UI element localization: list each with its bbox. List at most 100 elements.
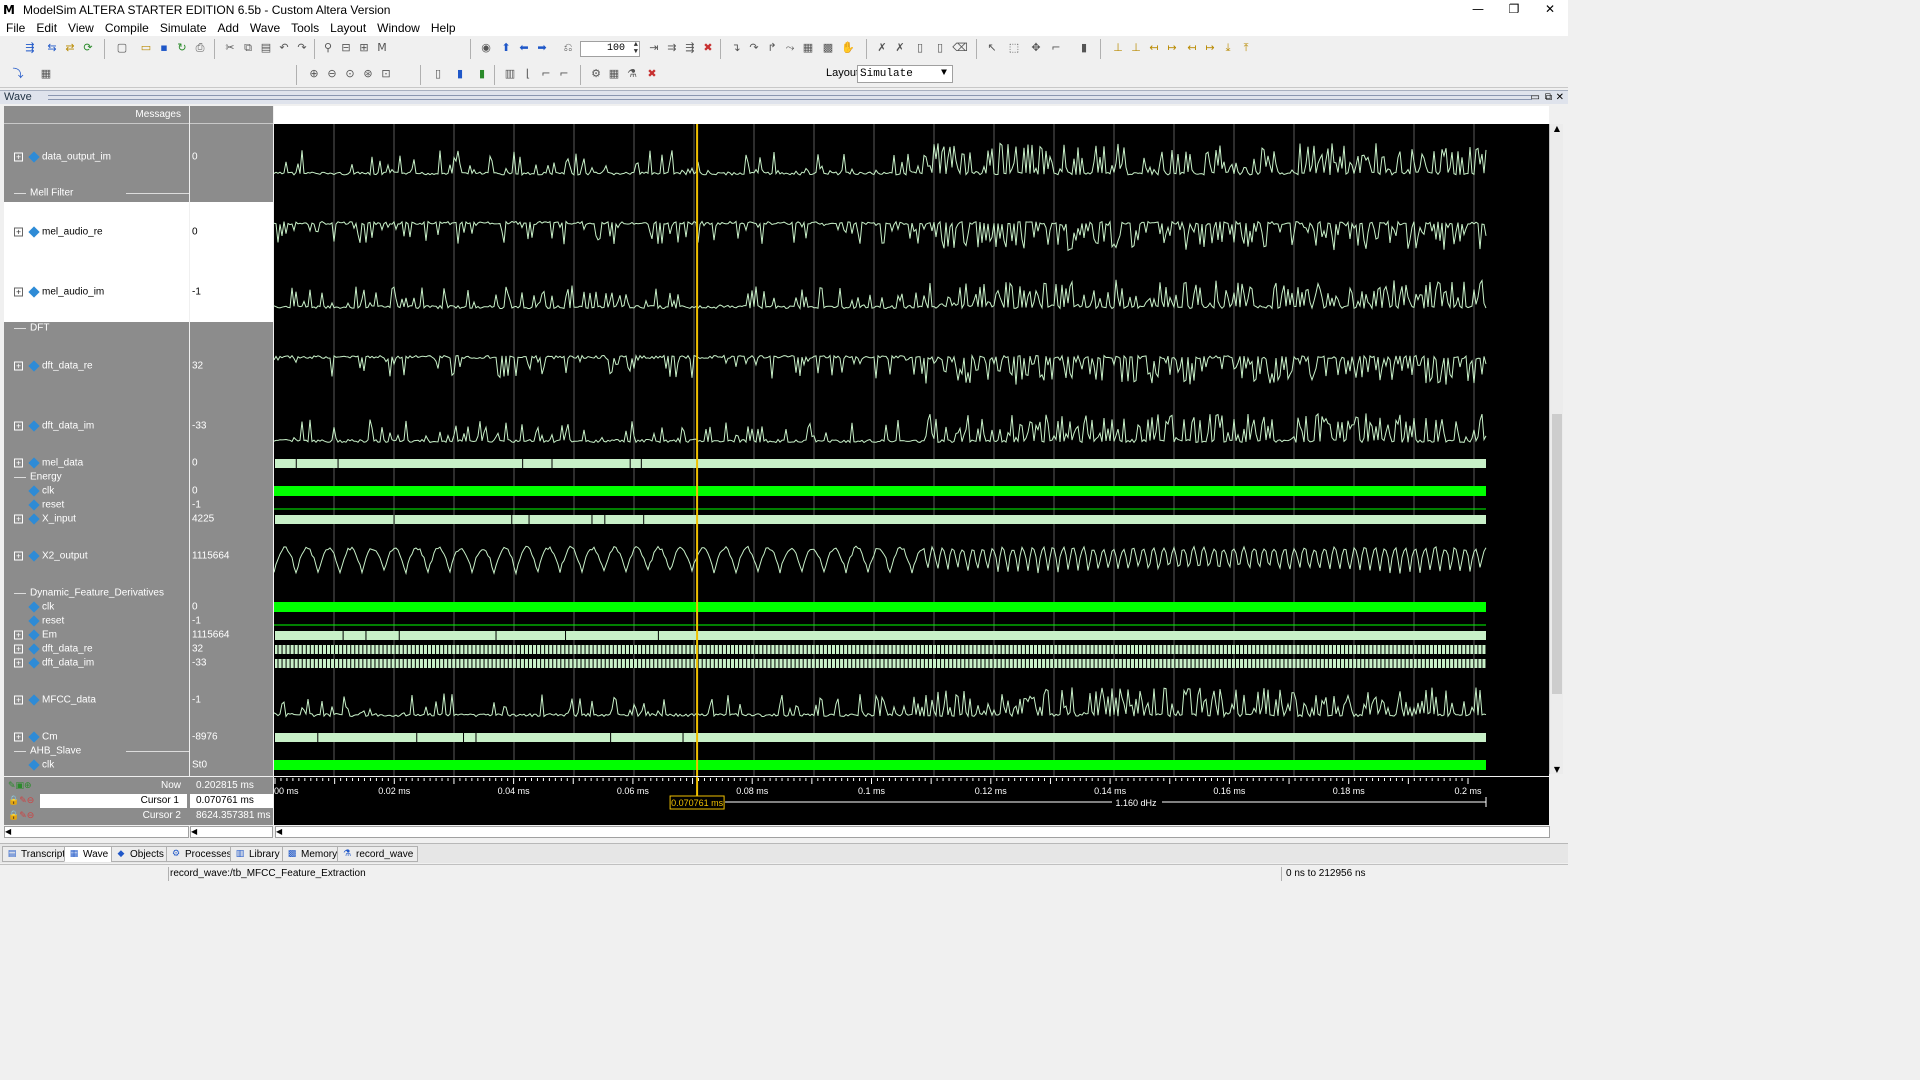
up-arrow-icon[interactable]: ⬆ (498, 40, 514, 56)
pan-icon[interactable]: ✥ (1028, 40, 1044, 56)
hand-icon[interactable]: ✋ (840, 40, 856, 56)
expand-icon[interactable]: + (14, 644, 23, 654)
signal-value-row[interactable]: -1 (190, 614, 273, 628)
prev-edge-icon[interactable]: ↤ (1184, 40, 1200, 56)
marker-icon[interactable]: ▮ (1076, 40, 1092, 56)
group-divider-ahb-slave[interactable]: AHB_Slave (4, 744, 189, 758)
chevron-down-icon[interactable]: ▼ (938, 66, 950, 82)
redo-icon[interactable]: ↷ (294, 40, 310, 56)
copy-icon[interactable]: ⧉ (240, 40, 256, 56)
falling-edge-icon[interactable]: ⤓ (1220, 40, 1236, 56)
expand-icon[interactable]: ⊞ (356, 40, 372, 56)
layout-select[interactable]: Simulate ▼ (857, 65, 953, 83)
step-into-icon[interactable]: ↴ (728, 40, 744, 56)
menu-window[interactable]: Window (377, 21, 420, 35)
minimize-button[interactable]: — (1460, 0, 1496, 20)
zoom-cursor-icon[interactable]: ⊛ (360, 66, 376, 82)
expand-icon[interactable]: + (14, 514, 23, 524)
list-icon[interactable]: ▦ (606, 66, 622, 82)
step-over-icon[interactable]: ↷ (746, 40, 762, 56)
tab-processes[interactable]: ⚙ Processes (166, 846, 237, 862)
signal-value-row[interactable] (190, 186, 273, 200)
select-pointer-icon[interactable]: ↖ (984, 40, 1000, 56)
signal-row-mfcc-data[interactable]: + MFCC_data (4, 670, 189, 730)
undo-icon[interactable]: ↶ (276, 40, 292, 56)
wave-dft-data-im[interactable] (274, 412, 1487, 444)
wave-em[interactable] (275, 631, 1486, 640)
tab-record-wave[interactable]: ⚗ record_wave (337, 846, 419, 862)
import-icon[interactable]: ⇆ (44, 40, 60, 56)
copy-list-icon[interactable]: ▯ (912, 40, 928, 56)
signal-value-row[interactable]: 1115664 (190, 628, 273, 642)
run-length-field[interactable]: 100 ▲ ▼ (580, 41, 640, 57)
expand-icon[interactable]: + (14, 458, 23, 468)
find-icon[interactable]: ⚲ (320, 40, 336, 56)
wave-data-output-im[interactable] (274, 142, 1487, 176)
forward-arrow-icon[interactable]: ➡ (534, 40, 550, 56)
tab-objects[interactable]: ◆ Objects (111, 846, 169, 862)
break-icon[interactable]: ✖ (700, 40, 716, 56)
delete-all-icon[interactable]: ✗ (892, 40, 908, 56)
expand-icon[interactable]: + (14, 421, 23, 431)
next-edge-icon[interactable]: ↦ (1202, 40, 1218, 56)
wave-dft-data-re[interactable] (274, 353, 1487, 385)
signal-row-reset[interactable]: reset (4, 614, 189, 628)
signal-row-dft-data-im[interactable]: + dft_data_im (4, 396, 189, 456)
wave-dft-data-re[interactable] (275, 645, 1487, 654)
signal-row-mel-audio-im[interactable]: + mel_audio_im (4, 262, 189, 322)
scroll-up-icon[interactable]: ▲ (1550, 124, 1564, 133)
wave-pane-scrollbar[interactable]: ◀ (275, 826, 1550, 838)
signal-row-cm[interactable]: + Cm (4, 730, 189, 744)
signal-row-dft-data-re[interactable]: + dft_data_re (4, 336, 189, 396)
group-divider-dft[interactable]: DFT (4, 321, 189, 335)
vertical-scrollbar[interactable]: ▲ ▼ (1549, 124, 1563, 774)
wave-format-3-icon[interactable]: ▮ (474, 66, 490, 82)
signal-row-x2-output[interactable]: + X2_output (4, 526, 189, 586)
expand-icon[interactable]: + (14, 227, 23, 237)
signal-row-x-input[interactable]: + X_input (4, 512, 189, 526)
export-icon[interactable]: ⇄ (62, 40, 78, 56)
signal-value-row[interactable]: 32 (190, 642, 273, 656)
signal-value-row[interactable]: 0 (190, 456, 273, 470)
wave-format-2-icon[interactable]: ▮ (452, 66, 468, 82)
signal-value-row[interactable]: -1 (190, 498, 273, 512)
menu-tools[interactable]: Tools (291, 21, 319, 35)
group-divider-mell-filter[interactable]: Mell Filter (4, 186, 189, 200)
tab-library[interactable]: ▥ Library (230, 846, 285, 862)
signal-row-em[interactable]: + Em (4, 628, 189, 642)
open-folder-icon[interactable]: ▭ (138, 40, 154, 56)
paste-icon[interactable]: ▤ (258, 40, 274, 56)
cursor-lock-icon[interactable]: 🔒✎⊖ (8, 796, 34, 806)
close-dataset-icon[interactable]: ✖ (644, 66, 660, 82)
menu-layout[interactable]: Layout (330, 21, 366, 35)
signal-row-clk[interactable]: clk (4, 600, 189, 614)
print-icon[interactable]: ⎙ (192, 40, 208, 56)
waveform-area[interactable] (274, 106, 1549, 776)
insert-cursor-icon[interactable]: ⊥ (1110, 40, 1126, 56)
expand-icon[interactable]: + (14, 695, 23, 705)
wave-mel-data[interactable] (275, 459, 1486, 468)
rising-edge-icon[interactable]: ⤒ (1238, 40, 1254, 56)
signal-value-row[interactable] (190, 586, 273, 600)
cursor1-row[interactable]: 🔒✎⊖ Cursor 1 0.070761 ms (4, 794, 273, 808)
signal-value-row[interactable]: -1 (190, 670, 273, 730)
expand-icon[interactable]: + (14, 658, 23, 668)
spinner-icon[interactable]: ▲ ▼ (628, 42, 638, 56)
scroll-down-icon[interactable]: ▼ (1550, 765, 1564, 774)
expand-icon[interactable]: + (14, 630, 23, 640)
tab-memory[interactable]: ▩ Memory (282, 846, 343, 862)
wave-clk[interactable] (274, 486, 1486, 496)
menu-compile[interactable]: Compile (105, 21, 149, 35)
close-button[interactable]: ✕ (1532, 0, 1568, 20)
wave-x2-output[interactable] (274, 545, 1487, 576)
delete-dataset-icon[interactable]: ✗ (874, 40, 890, 56)
timeline-ruler[interactable]: 00 ms 0.02 ms 0.04 ms 0.06 ms 0.08 ms 0.1 ms 0… (274, 777, 1549, 825)
wave-mfcc-data[interactable] (274, 687, 1487, 719)
run-all-icon[interactable]: ⇶ (682, 40, 698, 56)
sync-icon[interactable]: ⟳ (80, 40, 96, 56)
waveform-icon[interactable]: ⚗ (624, 66, 640, 82)
next-transition-icon[interactable]: ↦ (1164, 40, 1180, 56)
signal-value-row[interactable]: St0 (190, 758, 273, 772)
divider-icon[interactable]: ⌊ (520, 66, 536, 82)
signal-value-row[interactable]: 0 (190, 484, 273, 498)
